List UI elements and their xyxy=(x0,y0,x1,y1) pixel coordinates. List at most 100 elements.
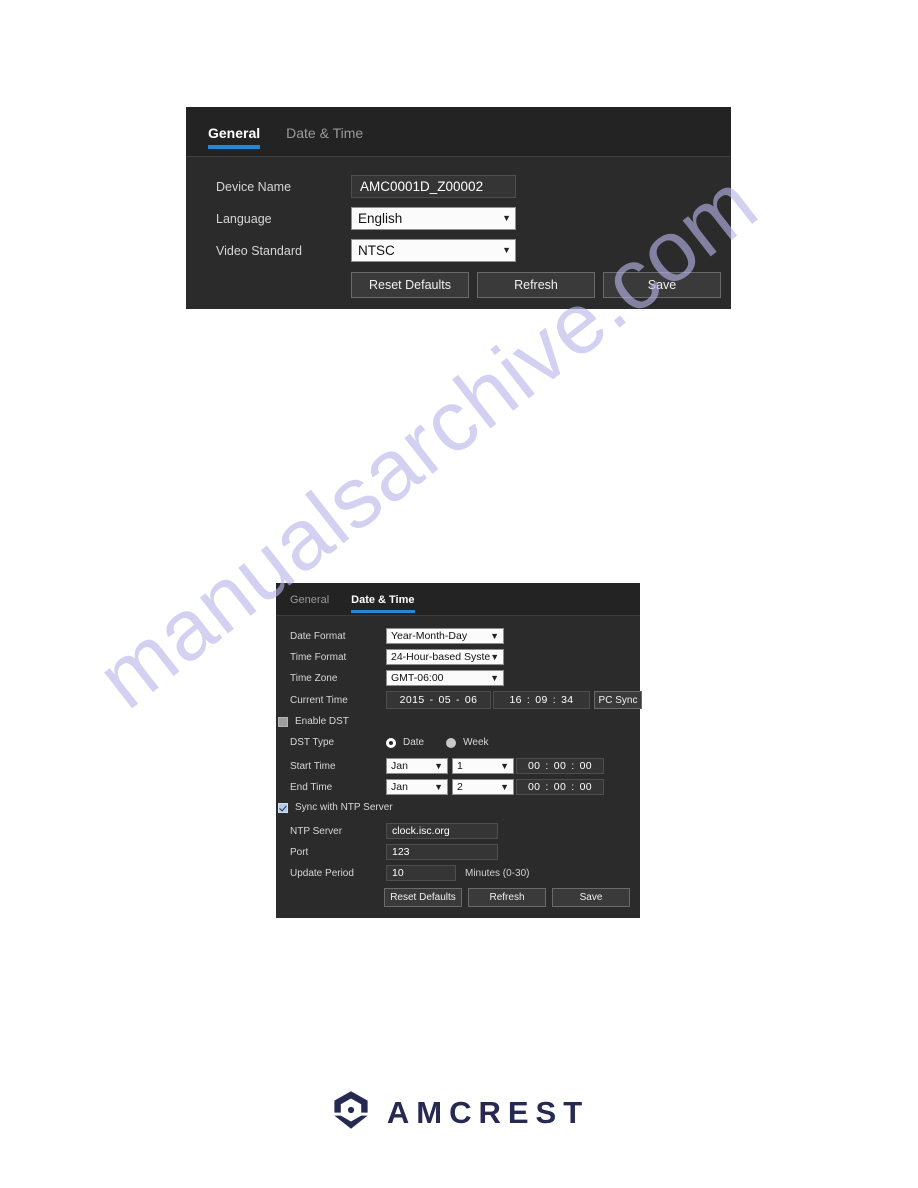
date-separator: - xyxy=(455,694,460,706)
current-date-input[interactable]: 2015 - 05 - 06 xyxy=(386,691,491,709)
time-format-row: Time Format 24-Hour-based Syste ▼ xyxy=(290,649,504,665)
start-hour: 00 xyxy=(527,760,541,772)
current-clock-input[interactable]: 16 : 09 : 34 xyxy=(493,691,590,709)
save-button[interactable]: Save xyxy=(552,888,630,907)
current-time-row: Current Time 2015 - 05 - 06 16 : 09 : 34… xyxy=(290,691,642,709)
sync-ntp-checkbox[interactable] xyxy=(278,802,288,813)
update-period-label: Update Period xyxy=(290,867,354,879)
refresh-button[interactable]: Refresh xyxy=(468,888,546,907)
current-date-day: 06 xyxy=(464,694,478,706)
start-month-value: Jan xyxy=(391,760,408,772)
end-second: 00 xyxy=(579,781,593,793)
chevron-down-icon: ▼ xyxy=(502,245,511,255)
brand-name: AMCREST xyxy=(386,1095,590,1130)
chevron-down-icon: ▼ xyxy=(490,672,499,683)
language-select[interactable]: English ▼ xyxy=(351,207,516,230)
pc-sync-button[interactable]: PC Sync xyxy=(594,691,642,709)
ntp-server-value: clock.isc.org xyxy=(392,825,450,837)
chevron-down-icon: ▼ xyxy=(490,651,500,662)
datetime-panel-body: Date Format Year-Month-Day ▼ Time Format… xyxy=(276,616,642,918)
time-zone-select[interactable]: GMT-06:00 ▼ xyxy=(386,670,504,686)
chevron-down-icon: ▼ xyxy=(500,760,509,771)
update-period-value: 10 xyxy=(392,867,404,879)
start-time-row: Start Time Jan ▼ 1 ▼ 00 : 00 : 00 xyxy=(290,758,604,774)
tab-date-time-label: Date & Time xyxy=(351,594,415,606)
dst-type-date-label: Date xyxy=(403,737,425,748)
end-day-select[interactable]: 2 ▼ xyxy=(452,779,514,795)
time-separator: : xyxy=(545,781,549,793)
current-time-minute: 09 xyxy=(535,694,548,706)
video-standard-select[interactable]: NTSC ▼ xyxy=(351,239,516,262)
tabbar-divider xyxy=(186,156,731,157)
chevron-down-icon: ▼ xyxy=(434,781,443,792)
tab-date-time-label: Date & Time xyxy=(286,125,364,141)
tab-date-time[interactable]: Date & Time xyxy=(286,125,363,157)
tab-general-label: General xyxy=(290,594,330,606)
save-button[interactable]: Save xyxy=(603,272,721,298)
sync-ntp-row[interactable]: Sync with NTP Server xyxy=(278,802,393,813)
end-month-select[interactable]: Jan ▼ xyxy=(386,779,448,795)
port-row: Port 123 xyxy=(290,844,498,860)
ntp-server-label: NTP Server xyxy=(290,825,343,837)
end-month-value: Jan xyxy=(391,781,408,793)
device-name-input[interactable]: AMC0001D_Z00002 xyxy=(351,175,516,198)
language-value: English xyxy=(358,211,403,226)
tab-general[interactable]: General xyxy=(290,594,329,616)
ntp-server-row: NTP Server clock.isc.org xyxy=(290,823,498,839)
dst-type-date-radio[interactable] xyxy=(386,737,396,748)
enable-dst-row[interactable]: Enable DST xyxy=(278,716,349,727)
general-panel-button-bar: Reset Defaults Refresh Save xyxy=(351,272,721,298)
current-time-second: 34 xyxy=(561,694,574,706)
reset-defaults-button[interactable]: Reset Defaults xyxy=(351,272,469,298)
time-zone-value: GMT-06:00 xyxy=(391,672,444,684)
time-separator: : xyxy=(552,694,557,706)
end-time-clock-input[interactable]: 00 : 00 : 00 xyxy=(516,779,604,795)
enable-dst-checkbox[interactable] xyxy=(278,716,288,727)
end-time-row: End Time Jan ▼ 2 ▼ 00 : 00 : 00 xyxy=(290,779,604,795)
dst-type-row: DST Type Date Week xyxy=(290,737,511,748)
update-period-hint: Minutes (0-30) xyxy=(465,867,530,879)
datetime-panel-tabbar: General Date & Time xyxy=(276,583,640,616)
tab-general[interactable]: General xyxy=(208,125,261,157)
start-day-select[interactable]: 1 ▼ xyxy=(452,758,514,774)
end-day-value: 2 xyxy=(457,781,463,793)
current-date-year: 2015 xyxy=(399,694,425,706)
start-month-select[interactable]: Jan ▼ xyxy=(386,758,448,774)
time-zone-row: Time Zone GMT-06:00 ▼ xyxy=(290,670,504,686)
start-time-clock-input[interactable]: 00 : 00 : 00 xyxy=(516,758,604,774)
ntp-server-input[interactable]: clock.isc.org xyxy=(386,823,498,839)
video-standard-value: NTSC xyxy=(358,243,395,258)
port-label: Port xyxy=(290,846,309,858)
time-separator: : xyxy=(526,694,531,706)
time-separator: : xyxy=(571,760,575,772)
start-minute: 00 xyxy=(553,760,567,772)
enable-dst-label: Enable DST xyxy=(295,716,349,727)
update-period-row: Update Period 10 Minutes (0-30) xyxy=(290,865,529,881)
current-time-hour: 16 xyxy=(509,694,522,706)
device-name-row: Device Name AMC0001D_Z00002 xyxy=(216,175,516,198)
date-format-label: Date Format xyxy=(290,630,346,642)
dst-type-week-radio[interactable] xyxy=(446,737,457,748)
time-format-select[interactable]: 24-Hour-based Syste ▼ xyxy=(386,649,504,665)
port-input[interactable]: 123 xyxy=(386,844,498,860)
date-format-value: Year-Month-Day xyxy=(391,630,468,642)
update-period-input[interactable]: 10 xyxy=(386,865,456,881)
dst-type-week-option[interactable]: Week xyxy=(446,737,489,748)
datetime-panel-button-bar: Reset Defaults Refresh Save xyxy=(384,888,630,907)
date-format-select[interactable]: Year-Month-Day ▼ xyxy=(386,628,504,644)
video-standard-label: Video Standard xyxy=(216,243,302,258)
end-minute: 00 xyxy=(553,781,567,793)
date-separator: - xyxy=(429,694,434,706)
language-row: Language English ▼ xyxy=(216,207,516,230)
tab-general-label: General xyxy=(208,125,261,141)
tab-date-time[interactable]: Date & Time xyxy=(351,594,415,616)
reset-defaults-button[interactable]: Reset Defaults xyxy=(384,888,462,907)
start-day-value: 1 xyxy=(457,760,463,772)
tab-active-underline xyxy=(351,610,415,613)
dst-type-date-option[interactable]: Date xyxy=(386,737,424,748)
device-name-label: Device Name xyxy=(216,179,292,194)
time-format-label: Time Format xyxy=(290,651,347,663)
amcrest-hexagon-logo-icon xyxy=(329,1088,373,1137)
port-value: 123 xyxy=(392,846,410,858)
refresh-button[interactable]: Refresh xyxy=(477,272,595,298)
